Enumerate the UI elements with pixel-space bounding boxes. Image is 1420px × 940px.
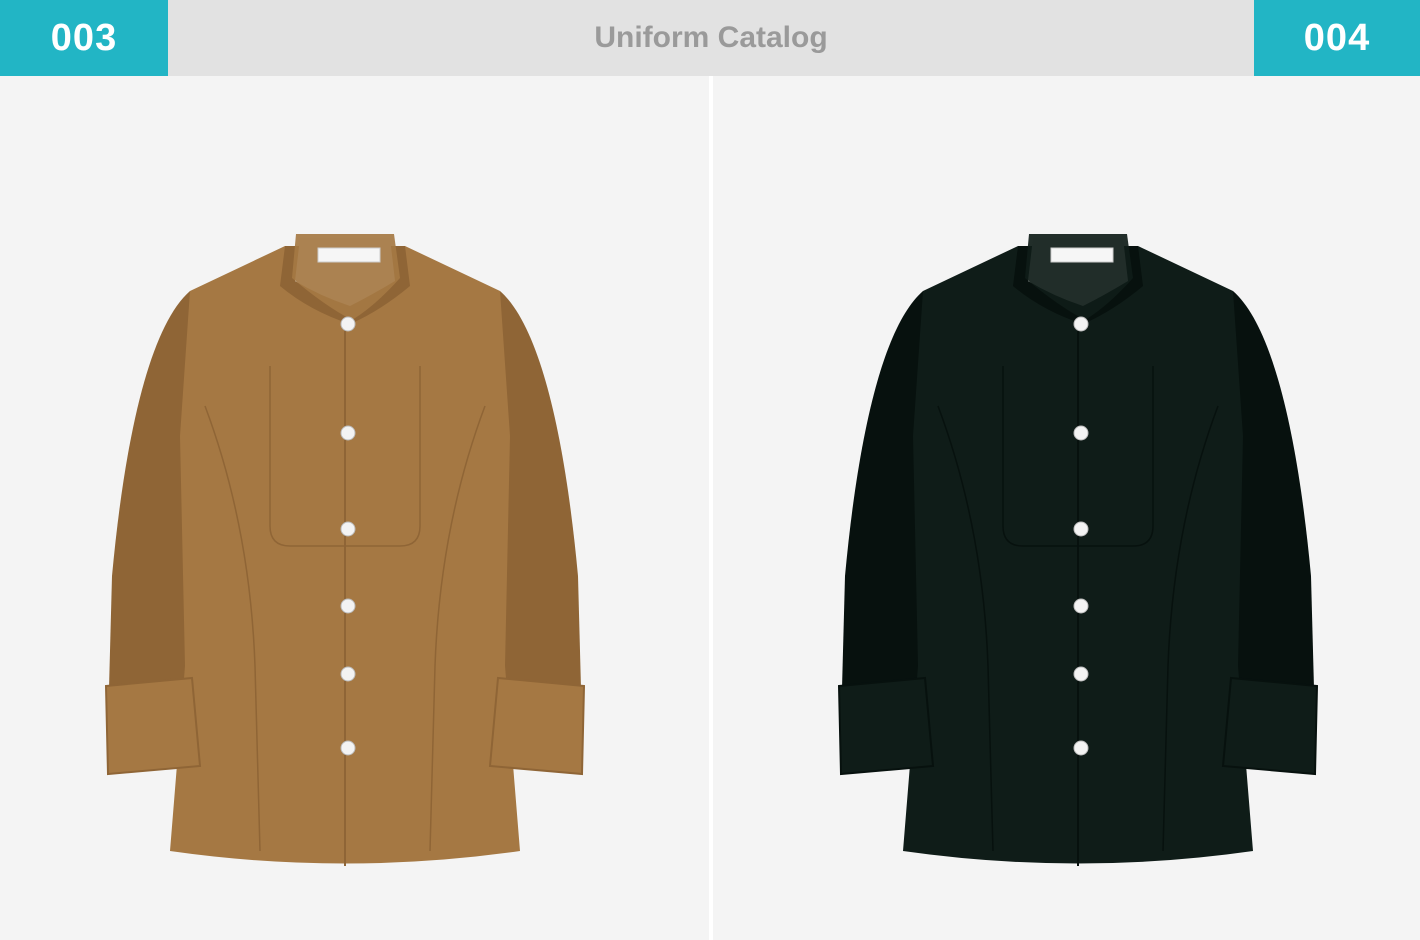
product-panel-004[interactable] (713, 76, 1420, 940)
chef-jacket-003 (104, 234, 586, 866)
catalog-header: 003 Uniform Catalog 004 (0, 0, 1420, 76)
product-number-badge-left: 003 (0, 0, 168, 76)
product-number-badge-right: 004 (1254, 0, 1420, 76)
chef-jacket-black-icon (837, 234, 1319, 866)
chef-jacket-004 (837, 234, 1319, 866)
page-title: Uniform Catalog (594, 21, 828, 54)
product-panel-003[interactable] (0, 76, 709, 940)
chef-jacket-tan-icon (104, 234, 586, 866)
